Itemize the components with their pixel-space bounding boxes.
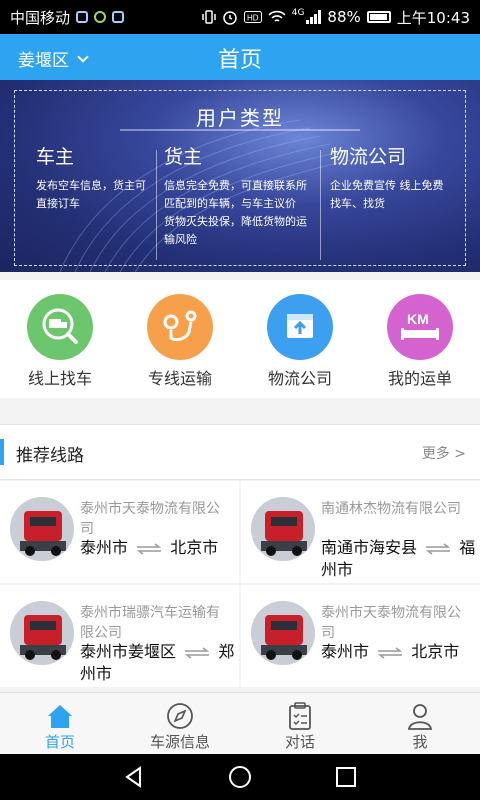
compass-icon (167, 703, 193, 729)
category-grid: 线上找车 专线运输 物流公司 KM 我的运单 (0, 280, 480, 398)
hd-icon: HD (243, 11, 262, 23)
truck-avatar (251, 497, 315, 561)
wifi-icon (268, 10, 286, 22)
category-icon-bg (267, 294, 333, 360)
banner-column-car-owner: 车主 发布空车信息，货主可直接订车 (36, 142, 148, 213)
route-text: 南通市海安县 福州市 (321, 537, 477, 581)
route-origin: 泰州市 (321, 642, 370, 661)
banner-column-shipper: 货主 信息完全免费，可直接联系所匹配到的车辆，与车主议价 货物灭失投保，降低货物… (164, 142, 310, 249)
signal-icon (306, 10, 322, 24)
company-name: 泰州市天泰物流有限公司 (321, 605, 461, 641)
banner-column-heading: 物流公司 (330, 146, 407, 168)
tab-home[interactable]: 首页 (0, 693, 120, 755)
route-text: 泰州市 北京市 (321, 641, 477, 663)
tab-label: 车源信息 (149, 733, 210, 751)
km-waybill-icon: KM (401, 311, 439, 340)
route-origin: 泰州市姜堰区 (80, 642, 177, 661)
recommended-routes-header: 推荐线路 更多 > (0, 424, 480, 480)
route-origin: 南通市海安县 (321, 538, 418, 557)
tab-label: 首页 (44, 733, 75, 751)
banner-divider (156, 150, 157, 260)
network-type: 4G (291, 8, 305, 18)
app-header: 姜堰区 首页 (0, 34, 480, 80)
category-dedicated-line[interactable]: 专线运输 (120, 280, 240, 398)
banner-column-heading: 车主 (36, 146, 75, 168)
home-icon (48, 705, 72, 728)
tab-label: 我 (412, 733, 428, 751)
banner-divider (320, 150, 321, 260)
category-my-waybill[interactable]: KM 我的运单 (360, 280, 480, 398)
home-circle-icon[interactable] (226, 763, 254, 791)
banner-column-text: 发布空车信息，货主可直接订车 (36, 179, 146, 210)
category-label: 线上找车 (27, 369, 92, 388)
category-icon-bg (147, 294, 213, 360)
system-nav-bar (0, 754, 480, 800)
recents-icon[interactable] (332, 763, 360, 791)
route-card[interactable]: 泰州市天泰物流有限公司 泰州市 北京市 (241, 585, 480, 687)
banner-title: 用户类型 (196, 106, 284, 130)
tab-me[interactable]: 我 (360, 693, 480, 755)
status-bar: 中国移动 HD 4G 88% 上午10:43 (0, 0, 480, 34)
clock: 上午10:43 (396, 8, 470, 27)
truck-avatar (251, 601, 315, 665)
find-truck-icon (42, 308, 78, 344)
tab-label: 对话 (284, 733, 315, 751)
company-name: 泰州市天泰物流有限公司 (80, 501, 220, 537)
route-arrows-icon (184, 646, 210, 659)
banner-column-heading: 货主 (164, 146, 203, 168)
truck-avatar (10, 601, 74, 665)
carrier-label: 中国移动 (10, 8, 71, 27)
clipboard-icon (289, 702, 311, 730)
tab-vehicle-info[interactable]: 车源信息 (120, 693, 240, 755)
notification-icon (112, 11, 125, 23)
logistics-box-icon (287, 314, 313, 338)
route-text: 泰州市姜堰区 郑州市 (80, 641, 236, 685)
page-title: 首页 (217, 48, 262, 73)
company-name: 泰州市瑞骠汽车运输有限公司 (80, 605, 220, 641)
category-find-truck[interactable]: 线上找车 (0, 280, 120, 398)
category-label: 我的运单 (387, 369, 452, 388)
category-label: 专线运输 (147, 369, 212, 388)
route-arrows-icon (425, 542, 451, 555)
tab-chat[interactable]: 对话 (240, 693, 360, 755)
route-card[interactable]: 泰州市天泰物流有限公司 泰州市 北京市 (0, 481, 239, 583)
alarm-icon (222, 11, 237, 25)
route-arrows-icon (136, 542, 162, 555)
route-icon (163, 310, 197, 342)
route-card[interactable]: 南通林杰物流有限公司 南通市海安县 福州市 (241, 481, 480, 583)
section-title: 推荐线路 (16, 446, 84, 466)
route-card[interactable]: 泰州市瑞骠汽车运输有限公司 泰州市姜堰区 郑州市 (0, 585, 239, 687)
section-accent-bar (0, 439, 4, 465)
route-text: 泰州市 北京市 (80, 537, 236, 559)
category-label: 物流公司 (267, 369, 332, 388)
notification-icon (76, 11, 89, 23)
route-destination: 北京市 (411, 642, 460, 661)
back-icon[interactable] (120, 763, 148, 791)
category-logistics-company[interactable]: 物流公司 (240, 280, 360, 398)
truck-avatar (10, 497, 74, 561)
category-icon-bg (27, 294, 93, 360)
route-arrows-icon (377, 646, 403, 659)
vibrate-icon (201, 10, 216, 24)
battery-icon (366, 11, 391, 23)
route-origin: 泰州市 (80, 538, 129, 557)
user-type-banner[interactable]: 用户类型 车主 发布空车信息，货主可直接订车 货主 信息完全免费，可直接联系所匹… (0, 80, 480, 272)
banner-column-text: 企业免费宣传 线上免费找车、找货 (330, 179, 444, 210)
bottom-tab-bar: 首页 车源信息 对话 我 (0, 692, 480, 754)
company-name: 南通林杰物流有限公司 (321, 501, 461, 517)
battery-percent: 88% (327, 8, 361, 26)
category-icon-bg: KM (387, 294, 453, 360)
svg-text:HD: HD (247, 14, 259, 23)
banner-column-text: 信息完全免费，可直接联系所匹配到的车辆，与车主议价 货物灭失投保，降低货物的运输… (164, 179, 307, 246)
route-destination: 北京市 (170, 538, 219, 557)
svg-text:KM: KM (407, 311, 429, 327)
more-link[interactable]: 更多 > (422, 443, 466, 463)
person-icon (407, 704, 433, 730)
banner-column-logistics: 物流公司 企业免费宣传 线上免费找车、找货 (330, 142, 454, 213)
lock-app-icon (94, 11, 107, 23)
